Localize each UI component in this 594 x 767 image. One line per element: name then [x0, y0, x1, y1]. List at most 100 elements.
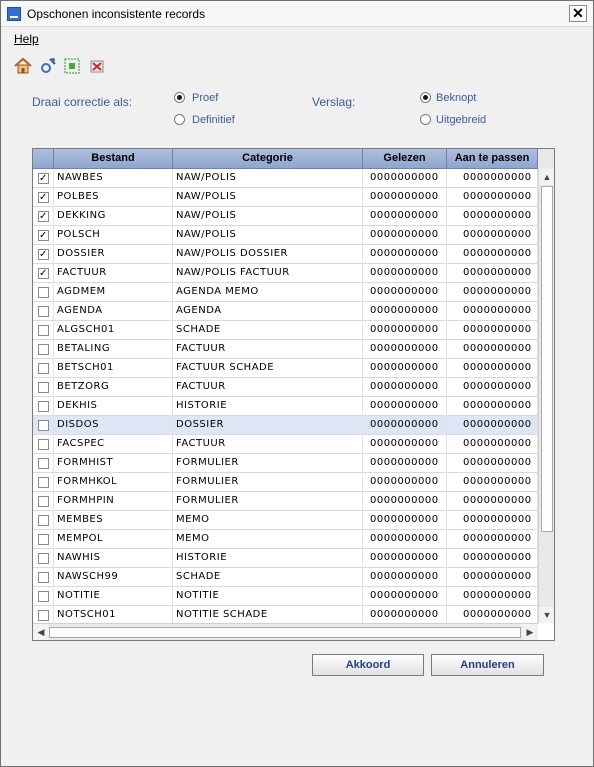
row-checkbox[interactable]: ✓ — [38, 249, 49, 260]
row-checkbox[interactable] — [38, 306, 49, 317]
cell-categorie: NAW/POLIS — [173, 207, 363, 226]
cell-categorie: FACTUUR — [173, 378, 363, 397]
cell-bestand: POLBES — [54, 188, 173, 207]
close-button[interactable]: ✕ — [569, 5, 587, 22]
cell-bestand: DISDOS — [54, 416, 173, 435]
table-row[interactable]: FORMHIST FORMULIER 0000000000 0000000000 — [33, 454, 538, 473]
table-row[interactable]: NAWSCH99 SCHADE 0000000000 0000000000 — [33, 568, 538, 587]
row-checkbox[interactable]: ✓ — [38, 192, 49, 203]
table-row[interactable]: NAWHIS HISTORIE 0000000000 0000000000 — [33, 549, 538, 568]
table-row[interactable]: FACSPEC FACTUUR 0000000000 0000000000 — [33, 435, 538, 454]
table-row[interactable]: ✓ POLBES NAW/POLIS 0000000000 0000000000 — [33, 188, 538, 207]
table-row[interactable]: ✓ POLSCH NAW/POLIS 0000000000 0000000000 — [33, 226, 538, 245]
delete-icon[interactable] — [87, 56, 107, 76]
table-row[interactable]: AGDMEM AGENDA MEMO 0000000000 0000000000 — [33, 283, 538, 302]
cell-gelezen: 0000000000 — [363, 378, 447, 397]
row-checkbox[interactable] — [38, 363, 49, 374]
table-row[interactable]: ALGSCH01 SCHADE 0000000000 0000000000 — [33, 321, 538, 340]
row-select-cell — [33, 321, 54, 340]
row-select-cell — [33, 378, 54, 397]
table-row[interactable]: BETALING FACTUUR 0000000000 0000000000 — [33, 340, 538, 359]
table-row[interactable]: ✓ DOSSIER NAW/POLIS DOSSIER 0000000000 00000… — [33, 245, 538, 264]
row-checkbox[interactable] — [38, 401, 49, 412]
column-header-aan-te-passen[interactable]: Aan te passen — [447, 149, 538, 169]
row-checkbox[interactable] — [38, 534, 49, 545]
cell-aan-te-passen: 0000000000 — [447, 283, 538, 302]
menu-help[interactable]: Help — [14, 32, 39, 46]
row-checkbox[interactable] — [38, 287, 49, 298]
cell-gelezen: 0000000000 — [363, 549, 447, 568]
row-checkbox[interactable] — [38, 458, 49, 469]
window-title: Opschonen inconsistente records — [27, 7, 206, 21]
row-checkbox[interactable] — [38, 420, 49, 431]
radio-proef-label: Proef — [192, 92, 219, 104]
row-checkbox[interactable]: ✓ — [38, 230, 49, 241]
table-row[interactable]: ✓ NAWBES NAW/POLIS 0000000000 0000000000 — [33, 169, 538, 188]
scroll-up-icon[interactable]: ▲ — [539, 169, 554, 185]
row-checkbox[interactable]: ✓ — [38, 173, 49, 184]
cell-categorie: MEMO — [173, 511, 363, 530]
settings-icon[interactable] — [38, 56, 58, 76]
radio-definitief[interactable] — [174, 114, 185, 125]
row-checkbox[interactable] — [38, 439, 49, 450]
column-header-categorie[interactable]: Categorie — [173, 149, 363, 169]
vertical-scroll-thumb[interactable] — [541, 186, 553, 532]
cell-aan-te-passen: 0000000000 — [447, 587, 538, 606]
table-row[interactable]: ✓ DEKKING NAW/POLIS 0000000000 0000000000 — [33, 207, 538, 226]
table-row[interactable]: BETZORG FACTUUR 0000000000 0000000000 — [33, 378, 538, 397]
table-row[interactable]: BETSCH01 FACTUUR SCHADE 0000000000 00000000… — [33, 359, 538, 378]
row-checkbox[interactable]: ✓ — [38, 211, 49, 222]
cell-categorie: SCHADE — [173, 568, 363, 587]
cell-bestand: ALGSCH01 — [54, 321, 173, 340]
cell-gelezen: 0000000000 — [363, 359, 447, 378]
row-checkbox[interactable] — [38, 572, 49, 583]
row-checkbox[interactable] — [38, 344, 49, 355]
records-grid: Bestand Categorie Gelezen Aan te passen … — [32, 148, 555, 641]
row-checkbox[interactable] — [38, 477, 49, 488]
table-row[interactable]: MEMPOL MEMO 0000000000 0000000000 — [33, 530, 538, 549]
scroll-left-icon[interactable]: ◀ — [33, 624, 49, 640]
cell-gelezen: 0000000000 — [363, 511, 447, 530]
cell-gelezen: 0000000000 — [363, 587, 447, 606]
radio-proef[interactable] — [174, 92, 185, 103]
scroll-down-icon[interactable]: ▼ — [539, 607, 554, 623]
cell-aan-te-passen: 0000000000 — [447, 435, 538, 454]
table-row[interactable]: FORMHKOL FORMULIER 0000000000 0000000000 — [33, 473, 538, 492]
cell-bestand: POLSCH — [54, 226, 173, 245]
grid-select-icon[interactable] — [62, 56, 82, 76]
horizontal-scrollbar[interactable]: ◀ ▶ — [33, 623, 538, 640]
row-checkbox[interactable]: ✓ — [38, 268, 49, 279]
table-row[interactable]: AGENDA AGENDA 0000000000 0000000000 — [33, 302, 538, 321]
cell-aan-te-passen: 0000000000 — [447, 473, 538, 492]
horizontal-scroll-thumb[interactable] — [49, 627, 521, 638]
table-row[interactable]: MEMBES MEMO 0000000000 0000000000 — [33, 511, 538, 530]
table-row[interactable]: DEKHIS HISTORIE 0000000000 0000000000 — [33, 397, 538, 416]
column-header-select[interactable] — [33, 149, 54, 169]
cell-bestand: AGENDA — [54, 302, 173, 321]
table-row[interactable]: DISDOS DOSSIER 0000000000 0000000000 — [33, 416, 538, 435]
row-checkbox[interactable] — [38, 515, 49, 526]
annuleren-button[interactable]: Annuleren — [431, 654, 544, 676]
row-checkbox[interactable] — [38, 382, 49, 393]
table-row[interactable]: ✓ FACTUUR NAW/POLIS FACTUUR 0000000000 00000… — [33, 264, 538, 283]
radio-uitgebreid[interactable] — [420, 114, 431, 125]
row-checkbox[interactable] — [38, 610, 49, 621]
scroll-right-icon[interactable]: ▶ — [522, 624, 538, 640]
radio-beknopt[interactable] — [420, 92, 431, 103]
column-header-gelezen[interactable]: Gelezen — [363, 149, 447, 169]
vertical-scrollbar[interactable]: ▲ ▼ — [538, 169, 554, 623]
report-label: Verslag: — [312, 95, 356, 109]
row-checkbox[interactable] — [38, 496, 49, 507]
cell-bestand: BETALING — [54, 340, 173, 359]
row-select-cell — [33, 473, 54, 492]
akkoord-button[interactable]: Akkoord — [312, 654, 424, 676]
cell-gelezen: 0000000000 — [363, 283, 447, 302]
cell-categorie: NAW/POLIS — [173, 169, 363, 188]
table-row[interactable]: NOTITIE NOTITIE 0000000000 0000000000 — [33, 587, 538, 606]
row-checkbox[interactable] — [38, 325, 49, 336]
row-checkbox[interactable] — [38, 553, 49, 564]
table-row[interactable]: FORMHPIN FORMULIER 0000000000 0000000000 — [33, 492, 538, 511]
column-header-bestand[interactable]: Bestand — [54, 149, 173, 169]
row-checkbox[interactable] — [38, 591, 49, 602]
home-icon[interactable] — [13, 56, 33, 76]
